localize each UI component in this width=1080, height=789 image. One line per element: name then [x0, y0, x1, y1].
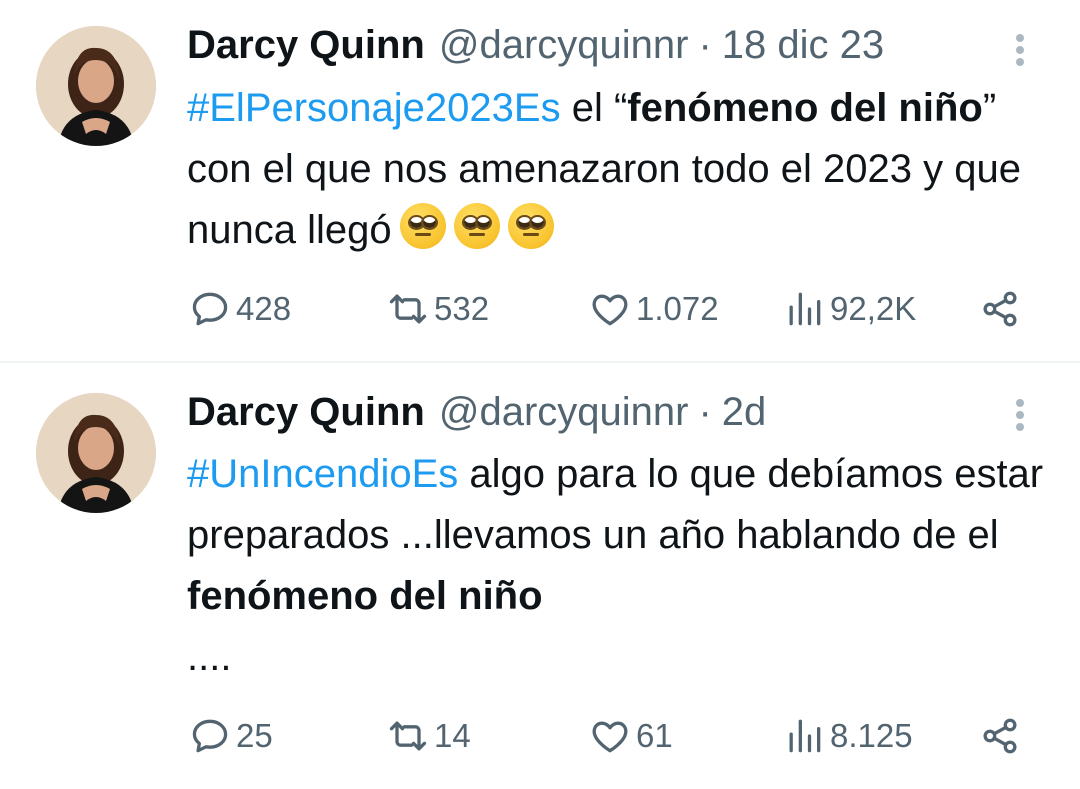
view-count: 8.125: [830, 717, 913, 754]
trailing-ellipsis: ....: [187, 635, 232, 679]
tweet-text: #UnIncendioEs algo para lo que debíamos …: [187, 444, 1057, 688]
separator-dot: ·: [698, 389, 712, 434]
separator-dot: ·: [698, 22, 712, 67]
tweet-timestamp[interactable]: 2d: [722, 390, 767, 435]
retweet-icon: [389, 294, 427, 324]
reply-button[interactable]: 25: [188, 711, 273, 761]
avatar[interactable]: [36, 393, 156, 513]
tweet-actions: 428 532 1.072 92,2K: [0, 284, 1080, 334]
tweet-text: #ElPersonaje2023Es el “fenómeno del niño…: [187, 78, 1057, 261]
rolling-eyes-emoji-icon: [507, 203, 554, 249]
retweet-button[interactable]: 532: [386, 284, 489, 334]
like-button[interactable]: 61: [588, 711, 673, 761]
tweet-header: Darcy Quinn @darcyquinnr · 18 dic 23: [187, 22, 884, 68]
avatar-photo: [36, 26, 156, 146]
tweet-timestamp[interactable]: 18 dic 23: [722, 23, 884, 68]
reply-bubble-icon: [192, 719, 228, 753]
retweet-count: 532: [434, 290, 490, 327]
share-icon: [983, 291, 1017, 327]
tweet-actions: 25 14 61 8.125: [0, 711, 1080, 761]
hashtag-link[interactable]: #UnIncendioEs: [187, 452, 458, 496]
heart-icon: [592, 294, 628, 326]
bold-text-segment: fenómeno del niño: [627, 86, 983, 130]
share-button[interactable]: [978, 284, 1022, 334]
like-button[interactable]: 1.072: [588, 284, 719, 334]
views-button[interactable]: 8.125: [782, 711, 913, 761]
tweet[interactable]: Darcy Quinn @darcyquinnr · 2d #UnIncendi…: [0, 363, 1080, 789]
views-bar-chart-icon: [789, 292, 821, 326]
view-count: 92,2K: [830, 290, 917, 327]
views-button[interactable]: 92,2K: [782, 284, 916, 334]
share-icon: [983, 718, 1017, 754]
hashtag-link[interactable]: #ElPersonaje2023Es: [187, 86, 561, 130]
reply-count: 428: [236, 290, 292, 327]
author-name[interactable]: Darcy Quinn: [187, 23, 425, 68]
heart-icon: [592, 721, 628, 753]
rolling-eyes-emoji-icon: [453, 203, 500, 249]
tweet-feed: Darcy Quinn @darcyquinnr · 18 dic 23 #El…: [0, 0, 1080, 789]
like-count: 61: [636, 717, 673, 754]
author-name[interactable]: Darcy Quinn: [187, 390, 425, 435]
views-bar-chart-icon: [789, 719, 821, 753]
rolling-eyes-emoji-icon: [399, 203, 446, 249]
bold-text-segment: fenómeno del niño: [187, 574, 543, 618]
reply-bubble-icon: [192, 292, 228, 326]
tweet[interactable]: Darcy Quinn @darcyquinnr · 18 dic 23 #El…: [0, 0, 1080, 362]
retweet-count: 14: [434, 717, 471, 754]
share-button[interactable]: [978, 711, 1022, 761]
author-handle[interactable]: @darcyquinnr: [439, 390, 689, 435]
text-segment: el “: [560, 86, 628, 130]
reply-button[interactable]: 428: [188, 284, 291, 334]
more-options-icon[interactable]: [1006, 28, 1034, 72]
reply-count: 25: [236, 717, 273, 754]
tweet-header: Darcy Quinn @darcyquinnr · 2d: [187, 389, 766, 435]
avatar[interactable]: [36, 26, 156, 146]
retweet-icon: [389, 721, 427, 751]
like-count: 1.072: [636, 290, 719, 327]
retweet-button[interactable]: 14: [386, 711, 471, 761]
avatar-photo: [36, 393, 156, 513]
more-options-icon[interactable]: [1006, 393, 1034, 437]
author-handle[interactable]: @darcyquinnr: [439, 23, 689, 68]
